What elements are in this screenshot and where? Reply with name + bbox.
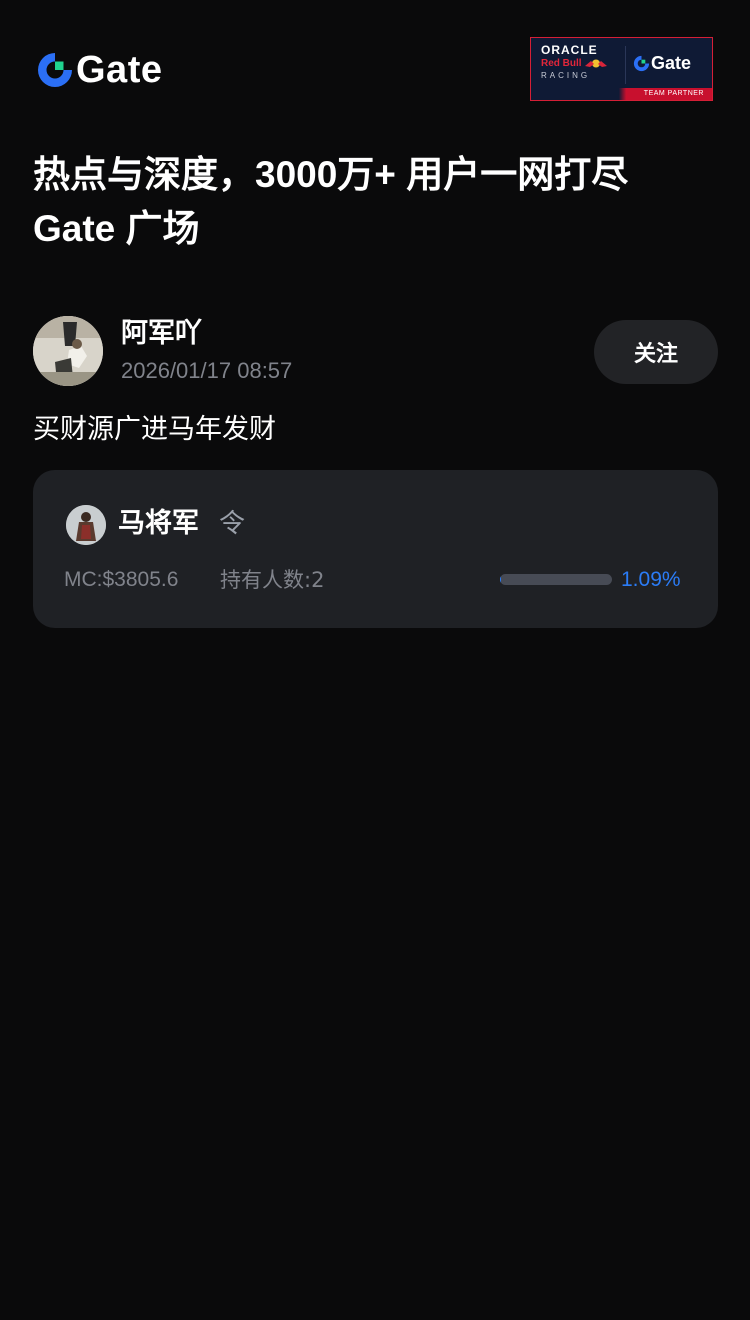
- author-avatar[interactable]: [33, 316, 103, 386]
- partner-gate-logo: Gate: [633, 52, 691, 74]
- token-card[interactable]: 马将军 令 MC:$3805.6 持有人数:2 1.09%: [33, 470, 718, 628]
- redbull-text: Red Bull: [541, 58, 582, 69]
- author-name[interactable]: 阿军吖: [121, 316, 202, 352]
- team-partner-strip: TEAM PARTNER: [531, 88, 712, 100]
- token-name: 马将军: [118, 508, 199, 539]
- author-avatar-image: [33, 316, 103, 386]
- token-avatar-image: [66, 505, 106, 545]
- token-holders: 持有人数:2: [220, 568, 325, 592]
- token-market-cap: MC:$3805.6: [64, 568, 179, 591]
- racing-text: RACING: [541, 71, 591, 80]
- headline-line-1: 热点与深度，3000万+ 用户一网打尽: [33, 154, 629, 195]
- token-avatar: [66, 505, 106, 545]
- oracle-redbull-racing-logo: ORACLE Red Bull RACING: [541, 43, 619, 83]
- follow-button[interactable]: 关注: [594, 320, 718, 384]
- partner-gate-text: Gate: [651, 53, 692, 73]
- gate-logo-icon: [38, 53, 72, 87]
- bonding-progress-label: 1.09%: [621, 568, 681, 591]
- bonding-progress-fill: [500, 574, 502, 585]
- bonding-progress-bar: [500, 574, 612, 585]
- post-text: 买财源广进马年发财: [33, 414, 276, 445]
- post-timestamp: 2026/01/17 08:57: [121, 358, 293, 383]
- gate-logo-text: Gate: [76, 49, 163, 91]
- gate-logo-small-icon: [633, 55, 650, 71]
- team-partner-text: TEAM PARTNER: [643, 90, 704, 97]
- redbull-row: Red Bull: [541, 57, 619, 70]
- headline-line-2: Gate 广场: [33, 208, 200, 249]
- gate-logo[interactable]: Gate: [36, 50, 162, 90]
- header: Gate ORACLE Red Bull RACING Gate TEAM PA…: [0, 0, 750, 130]
- redbull-bull-icon: [584, 59, 607, 68]
- oracle-redbull-partner-banner[interactable]: ORACLE Red Bull RACING Gate TEAM PARTNER: [530, 37, 713, 101]
- post-author: 阿军吖 2026/01/17 08:57 关注: [33, 316, 718, 386]
- token-symbol: 令: [219, 509, 246, 539]
- oracle-text: ORACLE: [541, 43, 598, 57]
- gate-square-page: Gate ORACLE Red Bull RACING Gate TEAM PA…: [0, 0, 750, 1320]
- partner-divider: [625, 46, 626, 84]
- page-headline: 热点与深度，3000万+ 用户一网打尽 Gate 广场: [33, 148, 723, 256]
